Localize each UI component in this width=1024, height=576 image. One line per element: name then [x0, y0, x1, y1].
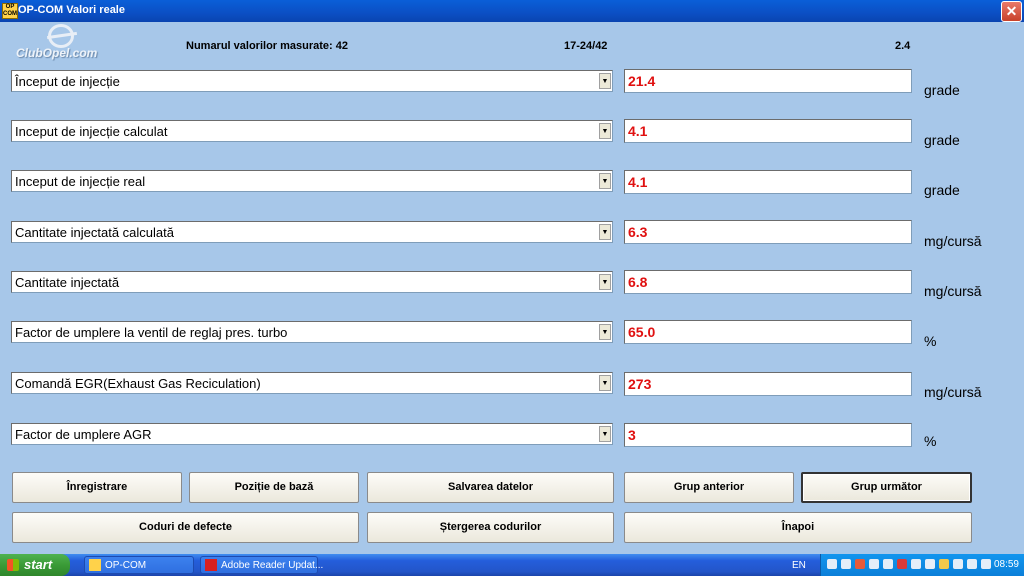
- logo-text: ClubOpel.com: [16, 46, 98, 60]
- tray-icon[interactable]: [855, 559, 865, 569]
- tray-icon[interactable]: [883, 559, 893, 569]
- value-range: 17-24/42: [564, 40, 608, 52]
- parameter-select[interactable]: Început de injecție ▼: [11, 70, 613, 92]
- tray-icon[interactable]: [925, 559, 935, 569]
- unit-label: grade: [924, 182, 960, 198]
- parameter-label: Cantitate injectată: [15, 275, 120, 290]
- chevron-down-icon[interactable]: ▼: [599, 324, 611, 340]
- chevron-down-icon[interactable]: ▼: [599, 73, 611, 89]
- parameter-select[interactable]: Cantitate injectată calculată ▼: [11, 221, 613, 243]
- opcom-app-icon: [89, 559, 101, 571]
- unit-label: mg/cursă: [924, 283, 982, 299]
- window-title: OP-COM Valori reale: [18, 4, 125, 16]
- start-label: start: [24, 557, 53, 572]
- value-text: 273: [628, 376, 652, 392]
- tray-icon[interactable]: [939, 559, 949, 569]
- parameter-label: Cantitate injectată calculată: [15, 225, 174, 240]
- network-icon[interactable]: [967, 559, 977, 569]
- taskbar-item-adobe-reader[interactable]: Adobe Reader Updat...: [200, 556, 323, 574]
- clubopel-logo: ClubOpel.com: [14, 24, 114, 62]
- chevron-down-icon[interactable]: ▼: [599, 426, 611, 442]
- tray-icon[interactable]: [981, 559, 991, 569]
- taskbar-item-opcom[interactable]: OP-COM: [84, 556, 194, 574]
- value-field[interactable]: 3: [624, 423, 912, 447]
- value-field[interactable]: 4.1: [624, 119, 912, 143]
- tray-icon[interactable]: [841, 559, 851, 569]
- unit-label: mg/cursă: [924, 384, 982, 400]
- taskbar-item-label: Adobe Reader Updat...: [221, 560, 324, 571]
- value-field[interactable]: 6.3: [624, 220, 912, 244]
- fault-codes-button[interactable]: Coduri de defecte: [12, 512, 359, 543]
- unit-label: grade: [924, 132, 960, 148]
- parameter-label: Inceput de injecție real: [15, 174, 146, 189]
- chevron-down-icon[interactable]: ▼: [599, 224, 611, 240]
- unit-label: %: [924, 433, 937, 449]
- parameter-label: Factor de umplere la ventil de reglaj pr…: [15, 325, 288, 340]
- unit-label: mg/cursă: [924, 233, 982, 249]
- close-button[interactable]: ✕: [1001, 1, 1022, 22]
- parameter-select[interactable]: Inceput de injecție calculat ▼: [11, 120, 613, 142]
- start-button[interactable]: start: [0, 554, 70, 576]
- value-text: 21.4: [628, 73, 656, 89]
- parameter-label: Comandă EGR(Exhaust Gas Reciculation): [15, 376, 261, 391]
- tray-icon[interactable]: [897, 559, 907, 569]
- language-indicator[interactable]: EN: [792, 560, 806, 571]
- parameter-label: Factor de umplere AGR: [15, 427, 152, 442]
- value-field[interactable]: 4.1: [624, 170, 912, 194]
- back-button[interactable]: Înapoi: [624, 512, 972, 543]
- chevron-down-icon[interactable]: ▼: [599, 173, 611, 189]
- chevron-down-icon[interactable]: ▼: [599, 274, 611, 290]
- parameter-select[interactable]: Cantitate injectată ▼: [11, 271, 613, 293]
- value-field[interactable]: 273: [624, 372, 912, 396]
- record-button[interactable]: Înregistrare: [12, 472, 182, 503]
- value-text: 4.1: [628, 174, 648, 190]
- parameter-label: Început de injecție: [15, 74, 120, 89]
- clear-codes-button[interactable]: Ștergerea codurilor: [367, 512, 614, 543]
- chevron-down-icon[interactable]: ▼: [599, 123, 611, 139]
- value-field[interactable]: 65.0: [624, 320, 912, 344]
- taskbar-item-label: OP-COM: [105, 560, 147, 571]
- tray-icon[interactable]: [953, 559, 963, 569]
- value-field[interactable]: 21.4: [624, 69, 912, 93]
- value-text: 6.3: [628, 224, 648, 240]
- speaker-icon[interactable]: [911, 559, 921, 569]
- previous-group-button[interactable]: Grup anterior: [624, 472, 794, 503]
- value-text: 4.1: [628, 123, 648, 139]
- taskbar: start OP-COM Adobe Reader Updat... EN 08…: [0, 554, 1024, 576]
- value-text: 3: [628, 427, 636, 443]
- adobe-reader-icon: [205, 559, 217, 571]
- parameter-select[interactable]: Inceput de injecție real ▼: [11, 170, 613, 192]
- parameter-select[interactable]: Factor de umplere AGR ▼: [11, 423, 613, 445]
- title-bar[interactable]: OP COM OP-COM Valori reale ✕: [0, 0, 1024, 22]
- tray-icon[interactable]: [869, 559, 879, 569]
- chevron-down-icon[interactable]: ▼: [599, 375, 611, 391]
- base-position-button[interactable]: Poziție de bază: [189, 472, 359, 503]
- unit-label: grade: [924, 82, 960, 98]
- system-tray: 08:59: [820, 554, 1024, 576]
- parameter-select[interactable]: Comandă EGR(Exhaust Gas Reciculation) ▼: [11, 372, 613, 394]
- next-group-button[interactable]: Grup următor: [801, 472, 972, 503]
- opcom-app-icon: OP COM: [2, 3, 18, 19]
- unit-label: %: [924, 333, 937, 349]
- value-field[interactable]: 6.8: [624, 270, 912, 294]
- value-text: 65.0: [628, 324, 656, 340]
- value-text: 6.8: [628, 274, 648, 290]
- windows-flag-icon: [7, 559, 19, 571]
- tray-icon[interactable]: [827, 559, 837, 569]
- measured-values-count: Numarul valorilor masurate: 42: [186, 40, 349, 52]
- clock: 08:59: [993, 559, 1019, 570]
- save-data-button[interactable]: Salvarea datelor: [367, 472, 614, 503]
- parameter-select[interactable]: Factor de umplere la ventil de reglaj pr…: [11, 321, 613, 343]
- parameter-label: Inceput de injecție calculat: [15, 124, 168, 139]
- version-label: 2.4: [895, 40, 911, 52]
